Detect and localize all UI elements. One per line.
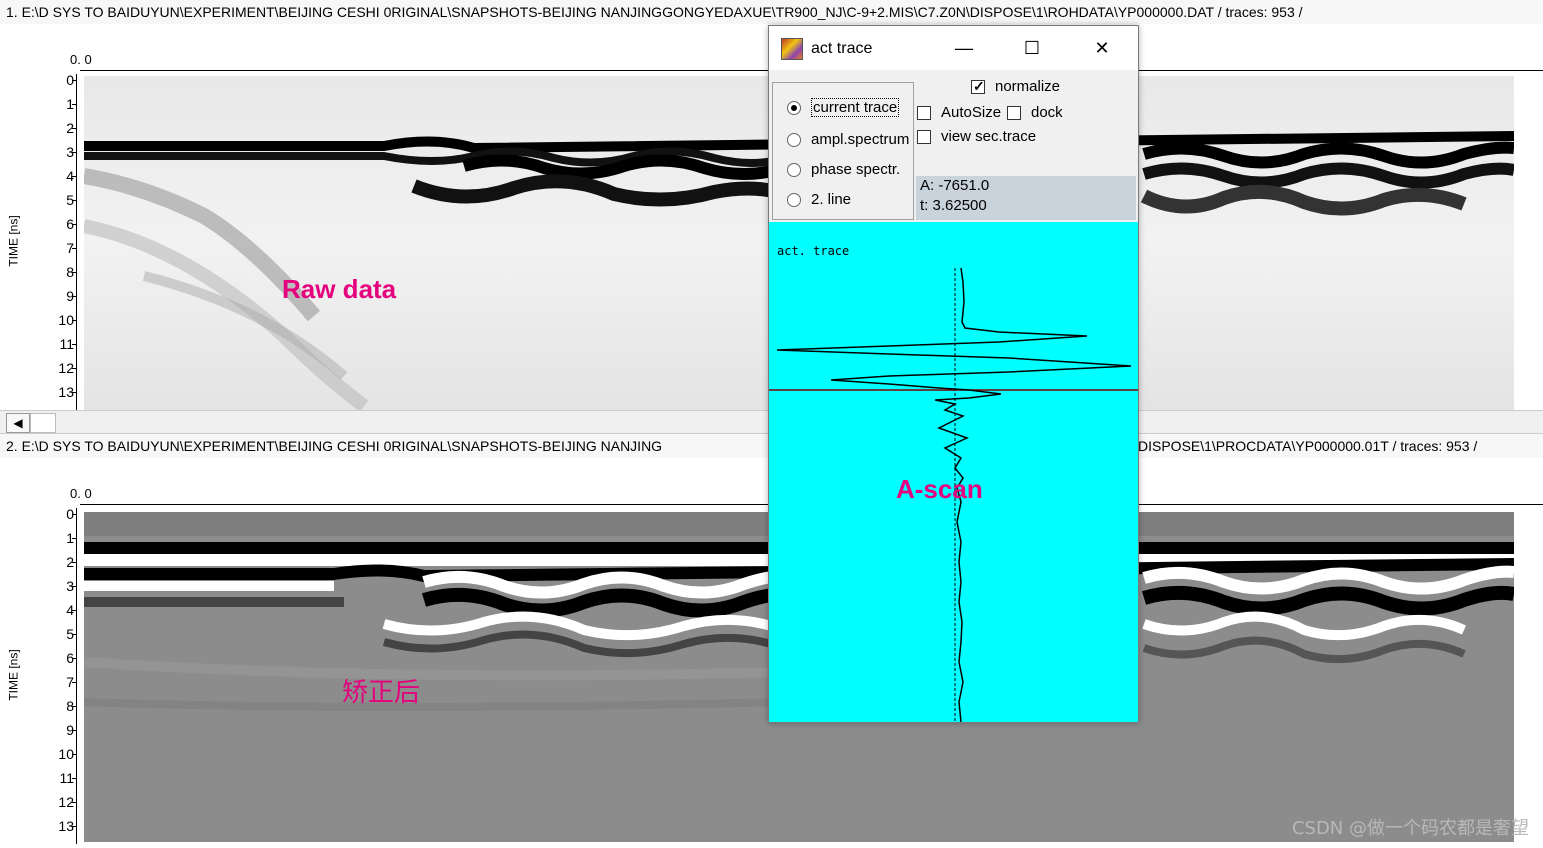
y-tick-mark [72,272,77,273]
checkbox-icon[interactable] [917,130,931,145]
scroll-thumb[interactable] [30,413,56,433]
y-tick-mark [72,224,77,225]
y-tick-mark [72,706,77,707]
y-tick-mark [72,320,77,321]
y-tick-mark [72,802,77,803]
app-icon [781,38,803,60]
panel2-y-ticks: 0 1 2 3 4 5 6 7 8 9 10 11 12 13 [48,458,74,848]
time-readout: t: 3.62500 [920,197,987,214]
y-tick-mark [72,152,77,153]
panel1-y-title: TIME [ns] [6,215,21,267]
panel2-title-left: 2. E:\D SYS TO BAIDUYUN\EXPERIMENT\BEIJI… [6,438,663,454]
raw-data-annotation: Raw data [282,274,397,304]
normalize-checkbox[interactable]: normalize [971,78,1060,95]
y-tick-mark [72,778,77,779]
panel1-title: 1. E:\D SYS TO BAIDUYUN\EXPERIMENT\BEIJI… [0,0,1543,24]
y-tick-mark [72,586,77,587]
act-trace-dialog[interactable]: act trace — ☐ ✕ current trace ampl.spect… [768,25,1139,723]
y-tick-mark [72,754,77,755]
y-tick-mark [72,296,77,297]
radio-2-line[interactable]: 2. line [787,191,851,208]
radio-icon[interactable] [787,163,801,178]
amplitude-readout: A: -7651.0 [920,177,990,194]
y-tick-mark [72,562,77,563]
checkbox-checked-icon[interactable] [971,78,985,95]
minimize-icon[interactable]: — [941,32,987,64]
y-tick-mark [72,658,77,659]
radio-current-trace[interactable]: current trace [787,98,900,117]
panel1-y-axis [76,74,77,410]
radio-ampl-spectrum[interactable]: ampl.spectrum [787,131,909,148]
a-scan-annotation: A-scan [896,474,983,504]
y-tick-mark [72,538,77,539]
cursor-readout: A: -7651.0 t: 3.62500 [916,176,1136,220]
y-tick-mark [72,80,77,81]
scroll-left-icon[interactable]: ◀ [6,413,30,433]
trace-plot[interactable]: act. trace A-scan [769,222,1138,722]
dialog-titlebar[interactable]: act trace — ☐ ✕ [769,26,1138,70]
autosize-checkbox[interactable]: AutoSize [917,104,1001,121]
corrected-annotation: 矫正后 [342,678,421,708]
app-window: 1. E:\D SYS TO BAIDUYUN\EXPERIMENT\BEIJI… [0,0,1543,848]
y-tick-mark [72,368,77,369]
radio-icon[interactable] [787,133,801,148]
checkbox-icon[interactable] [1007,106,1021,121]
y-tick-mark [72,610,77,611]
y-tick-mark [72,104,77,105]
panel2-y-axis [76,508,77,844]
dock-checkbox[interactable]: dock [1007,104,1063,121]
y-tick-mark [72,128,77,129]
y-tick-mark [72,176,77,177]
trace-mode-group: current trace ampl.spectrum phase spectr… [772,82,914,220]
radio-selected-icon[interactable] [787,101,801,116]
panel1-y-ticks: 0 1 2 3 4 5 6 7 8 9 10 11 12 13 [48,24,74,410]
panel2-y-title: TIME [ns] [6,649,21,701]
y-tick-mark [72,826,77,827]
y-tick-mark [72,344,77,345]
y-tick-mark [72,634,77,635]
a-scan-waveform [769,267,1138,722]
maximize-icon[interactable]: ☐ [1009,32,1055,64]
radio-icon[interactable] [787,193,801,208]
dialog-title: act trace [811,40,873,57]
close-icon[interactable]: ✕ [1079,32,1125,64]
y-tick-mark [72,514,77,515]
checkbox-icon[interactable] [917,106,931,121]
y-tick-mark [72,392,77,393]
view-sec-trace-checkbox[interactable]: view sec.trace [917,128,1036,145]
y-tick-mark [72,200,77,201]
panel2-title-right: DISPOSE\1\PROCDATA\YP000000.01T / traces… [1138,438,1478,454]
radio-phase-spectr[interactable]: phase spectr. [787,161,900,178]
y-tick-mark [72,248,77,249]
y-tick-mark [72,730,77,731]
y-tick-mark [72,682,77,683]
watermark: CSDN @做一个码农都是奢望 [1291,818,1529,839]
